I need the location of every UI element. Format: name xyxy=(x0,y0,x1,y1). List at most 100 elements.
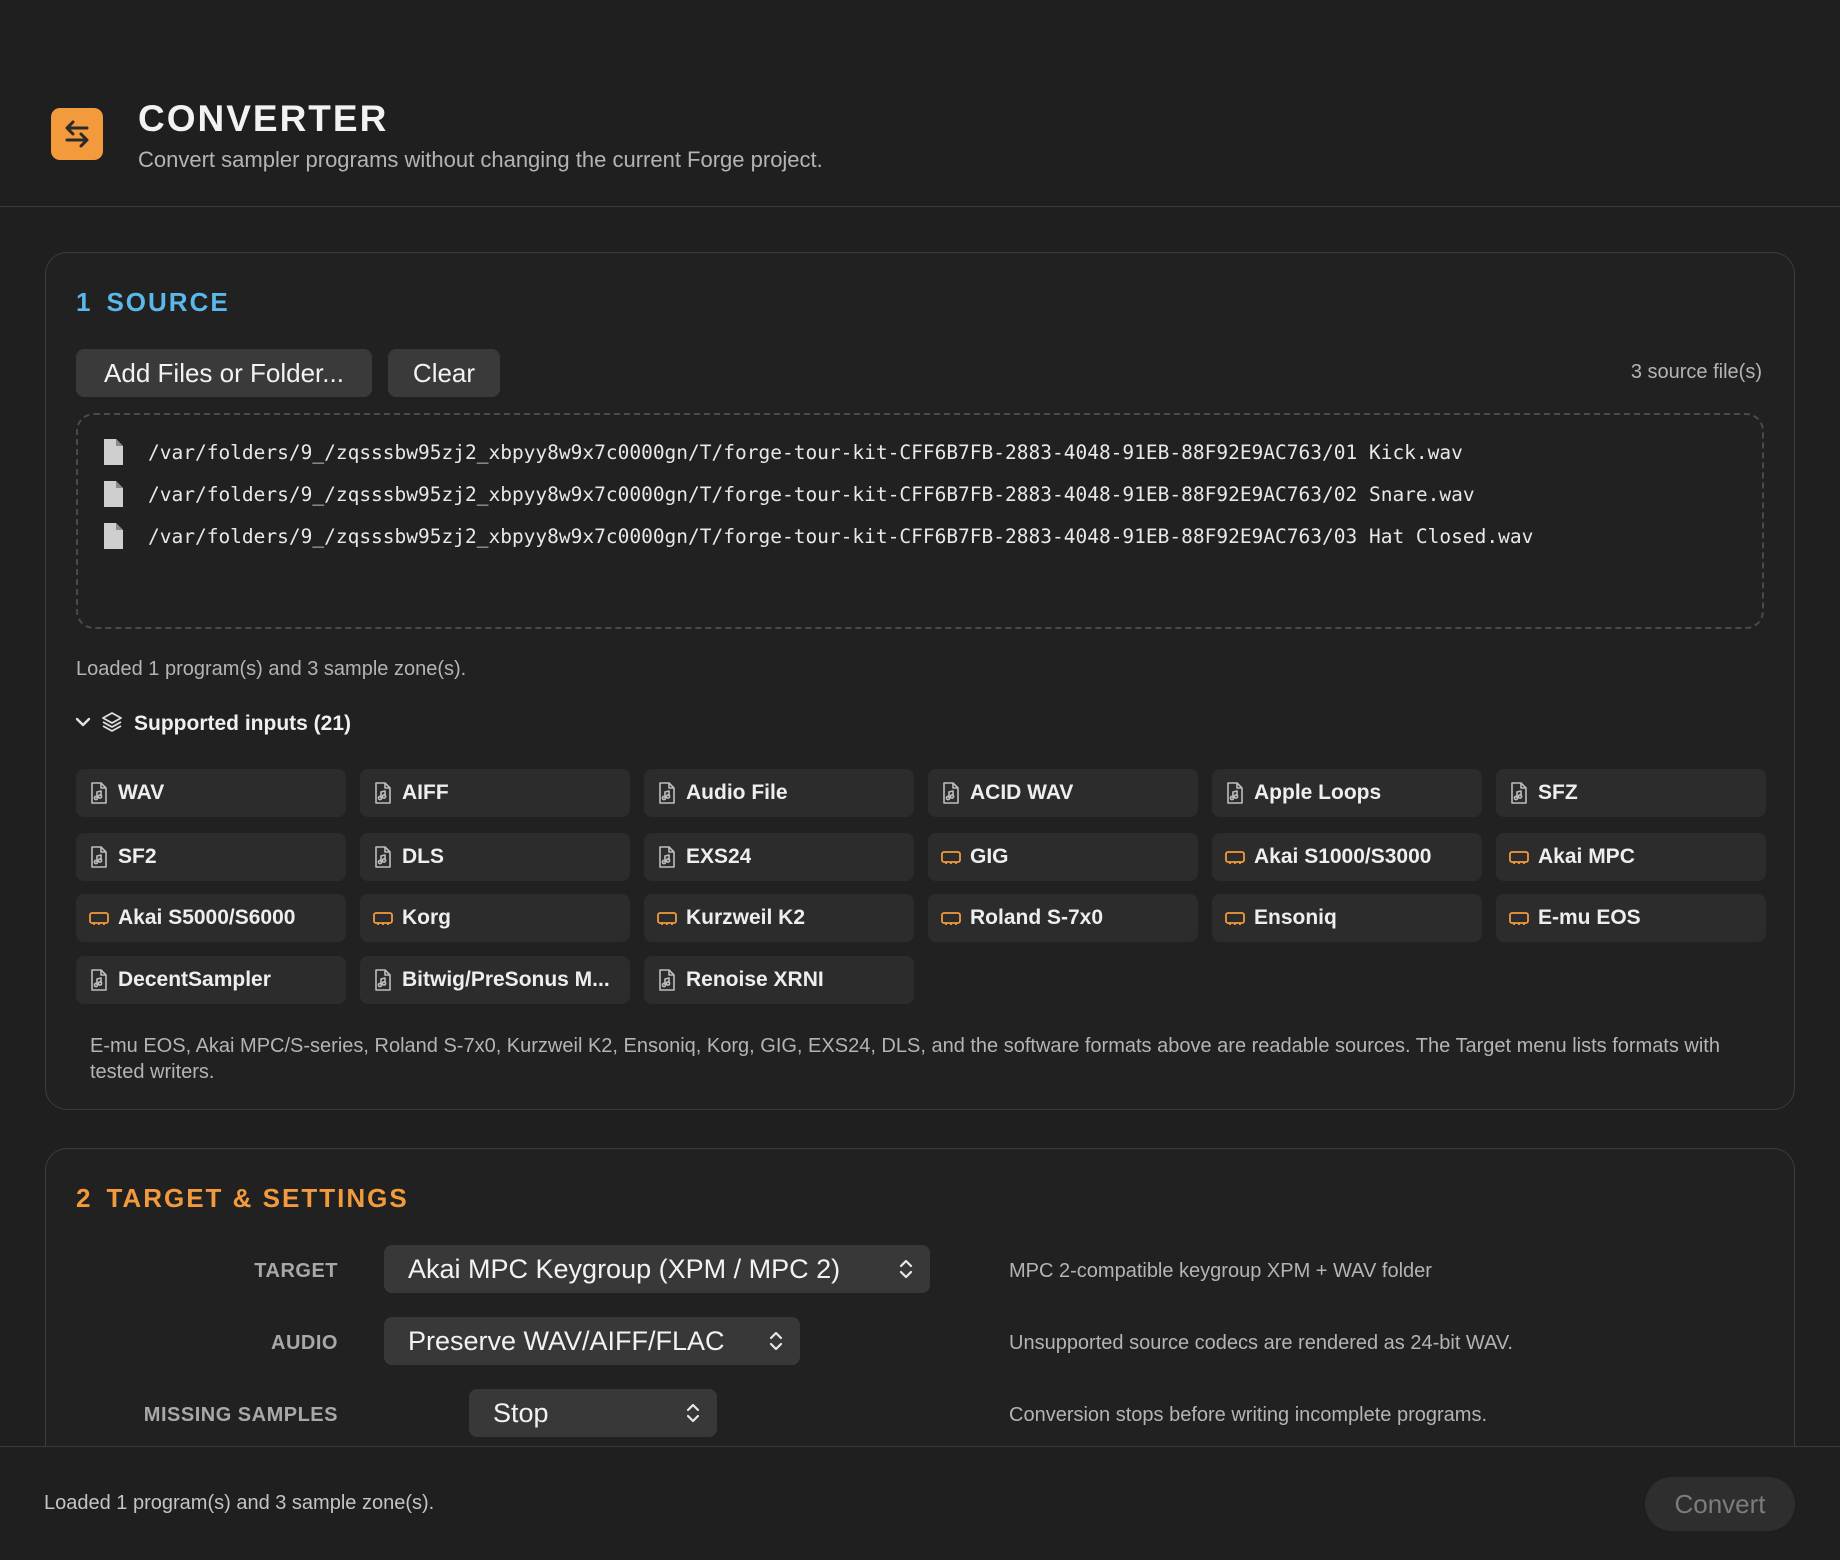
file-path: /var/folders/9_/zqsssbw95zj2_xbpyy8w9x7c… xyxy=(148,524,1534,548)
header: CONVERTER Convert sampler programs witho… xyxy=(0,0,1840,207)
hardware-icon xyxy=(1222,848,1248,866)
format-chip: AIFF xyxy=(360,769,630,817)
hardware-icon xyxy=(370,909,396,927)
audio-file-icon xyxy=(654,968,680,992)
clear-button[interactable]: Clear xyxy=(388,349,500,397)
audio-select-value: Preserve WAV/AIFF/FLAC xyxy=(408,1325,725,1356)
layers-icon xyxy=(100,710,124,739)
format-chip: SFZ xyxy=(1496,769,1766,817)
audio-file-icon xyxy=(1222,781,1248,805)
format-chip: Akai MPC xyxy=(1496,833,1766,881)
page-subtitle: Convert sampler programs without changin… xyxy=(138,147,823,172)
target-select-value: Akai MPC Keygroup (XPM / MPC 2) xyxy=(408,1253,841,1284)
format-chip: EXS24 xyxy=(644,833,914,881)
format-chip: Korg xyxy=(360,894,630,942)
target-select[interactable]: Akai MPC Keygroup (XPM / MPC 2) xyxy=(384,1245,930,1293)
format-chip: GIG xyxy=(928,833,1198,881)
loaded-note: Loaded 1 program(s) and 3 sample zone(s)… xyxy=(76,658,467,680)
target-description: MPC 2-compatible keygroup XPM + WAV fold… xyxy=(1009,1260,1432,1282)
file-row[interactable]: /var/folders/9_/zqsssbw95zj2_xbpyy8w9x7c… xyxy=(102,437,1463,467)
document-icon xyxy=(102,521,128,551)
formats-footnote: E-mu EOS, Akai MPC/S-series, Roland S-7x… xyxy=(90,1035,1720,1083)
audio-file-icon xyxy=(86,845,112,869)
section-number: 2 xyxy=(76,1183,93,1213)
format-chip-label: Renoise XRNI xyxy=(686,968,824,991)
file-path: /var/folders/9_/zqsssbw95zj2_xbpyy8w9x7c… xyxy=(148,482,1475,506)
audio-select[interactable]: Preserve WAV/AIFF/FLAC xyxy=(384,1317,800,1365)
format-chip-label: Audio File xyxy=(686,781,788,804)
format-chip-label: Ensoniq xyxy=(1254,906,1337,929)
format-chip-label: Bitwig/PreSonus M... xyxy=(402,968,610,991)
audio-file-icon xyxy=(370,781,396,805)
supported-inputs-toggle[interactable]: Supported inputs (21) xyxy=(74,709,351,739)
document-icon xyxy=(102,437,128,467)
source-file-count: 3 source file(s) xyxy=(1630,361,1762,383)
format-chip: ACID WAV xyxy=(928,769,1198,817)
file-row[interactable]: /var/folders/9_/zqsssbw95zj2_xbpyy8w9x7c… xyxy=(102,521,1533,551)
hardware-icon xyxy=(1222,909,1248,927)
format-chip-label: Akai MPC xyxy=(1538,845,1635,868)
hardware-icon xyxy=(938,848,964,866)
add-files-button[interactable]: Add Files or Folder... xyxy=(76,349,372,397)
hardware-icon xyxy=(86,909,112,927)
footer-bar: Loaded 1 program(s) and 3 sample zone(s)… xyxy=(0,1446,1840,1560)
format-chip: Akai S1000/S3000 xyxy=(1212,833,1482,881)
format-chip-label: GIG xyxy=(970,845,1009,868)
converter-icon xyxy=(51,108,103,160)
format-chip-label: DecentSampler xyxy=(118,968,271,991)
convert-button[interactable]: Convert xyxy=(1645,1477,1795,1531)
audio-file-icon xyxy=(938,781,964,805)
hardware-icon xyxy=(654,909,680,927)
format-chip-label: WAV xyxy=(118,781,165,804)
audio-file-icon xyxy=(370,845,396,869)
missing-samples-description: Conversion stops before writing incomple… xyxy=(1009,1404,1487,1426)
format-chip-label: Akai S5000/S6000 xyxy=(118,906,296,929)
chevron-down-icon xyxy=(74,715,92,734)
section-title-text: SOURCE xyxy=(106,287,230,317)
format-chip: Renoise XRNI xyxy=(644,956,914,1004)
supported-inputs-label: Supported inputs (21) xyxy=(134,712,351,735)
file-row[interactable]: /var/folders/9_/zqsssbw95zj2_xbpyy8w9x7c… xyxy=(102,479,1475,509)
target-label: TARGET xyxy=(254,1260,338,1282)
format-chip-label: ACID WAV xyxy=(970,781,1074,804)
format-chip-label: DLS xyxy=(402,845,444,868)
format-chip-label: E-mu EOS xyxy=(1538,906,1641,929)
section-number: 1 xyxy=(76,287,93,317)
target-section: 2 TARGET & SETTINGS TARGET Akai MPC Keygr… xyxy=(45,1148,1795,1446)
missing-samples-select-value: Stop xyxy=(493,1397,549,1428)
format-chip: WAV xyxy=(76,769,346,817)
chevron-up-down-icon xyxy=(899,1259,913,1279)
format-chip: Akai S5000/S6000 xyxy=(76,894,346,942)
format-chip-label: Korg xyxy=(402,906,451,929)
audio-file-icon xyxy=(370,968,396,992)
audio-description: Unsupported source codecs are rendered a… xyxy=(1009,1332,1513,1354)
missing-samples-label: MISSING SAMPLES xyxy=(143,1404,338,1426)
format-chip: Apple Loops xyxy=(1212,769,1482,817)
missing-samples-select[interactable]: Stop xyxy=(469,1389,717,1437)
format-chip: Roland S-7x0 xyxy=(928,894,1198,942)
hardware-icon xyxy=(1506,848,1532,866)
hardware-icon xyxy=(1506,909,1532,927)
chevron-up-down-icon xyxy=(686,1403,700,1423)
format-chip: Ensoniq xyxy=(1212,894,1482,942)
source-drop-zone[interactable]: /var/folders/9_/zqsssbw95zj2_xbpyy8w9x7c… xyxy=(76,413,1764,629)
format-chip: Kurzweil K2 xyxy=(644,894,914,942)
page-title: CONVERTER xyxy=(138,98,389,139)
format-chip: E-mu EOS xyxy=(1496,894,1766,942)
scroll-area[interactable]: 1 SOURCE Add Files or Folder... Clear 3 s… xyxy=(0,208,1840,1446)
document-icon xyxy=(102,479,128,509)
format-chip: DecentSampler xyxy=(76,956,346,1004)
format-chip-label: Apple Loops xyxy=(1254,781,1382,804)
source-section: 1 SOURCE Add Files or Folder... Clear 3 s… xyxy=(45,252,1795,1110)
format-chip: Bitwig/PreSonus M... xyxy=(360,956,630,1004)
source-section-title: 1 SOURCE xyxy=(76,287,230,318)
format-chip-label: SF2 xyxy=(118,845,157,868)
section-title-text: TARGET & SETTINGS xyxy=(106,1183,409,1213)
audio-file-icon xyxy=(86,781,112,805)
format-chip-label: EXS24 xyxy=(686,845,752,868)
chevron-up-down-icon xyxy=(769,1331,783,1351)
format-chip-label: Kurzweil K2 xyxy=(686,906,806,929)
target-section-title: 2 TARGET & SETTINGS xyxy=(76,1183,409,1214)
format-chip-label: AIFF xyxy=(402,781,449,804)
hardware-icon xyxy=(938,909,964,927)
